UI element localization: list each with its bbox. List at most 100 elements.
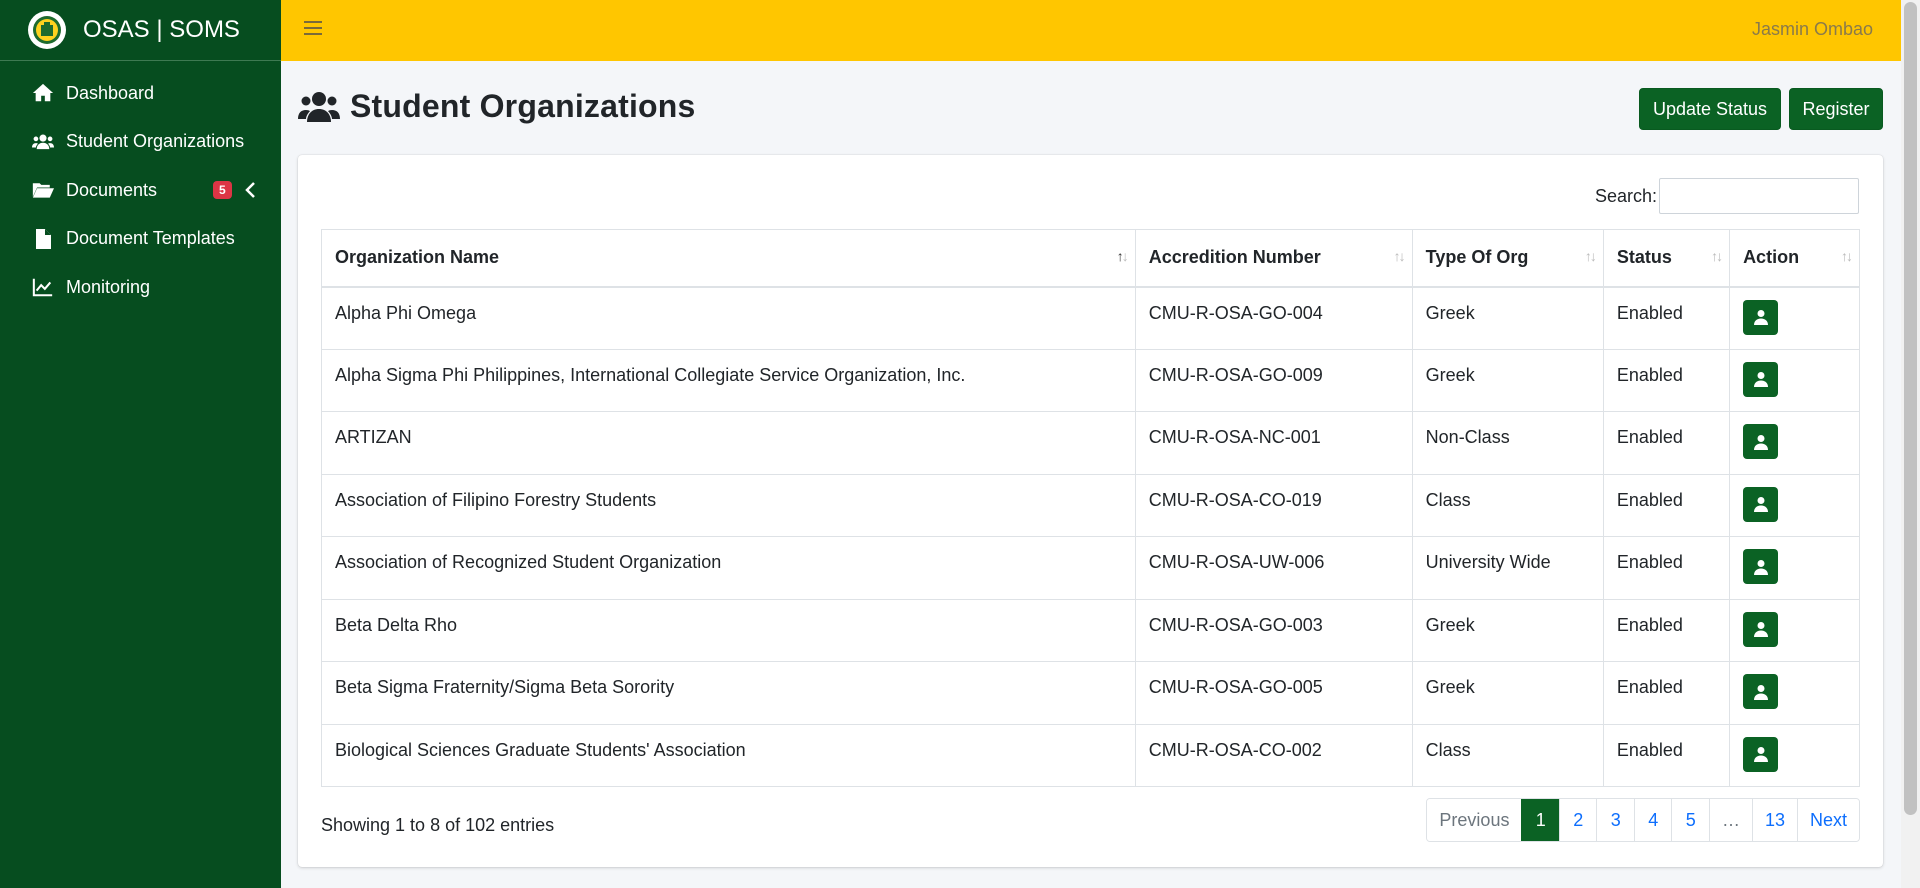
pagination-page-13[interactable]: 13 [1751,799,1797,841]
table-info: Showing 1 to 8 of 102 entries [321,815,555,835]
accreditation-number-cell: CMU-R-OSA-GO-005 [1134,661,1413,725]
accreditation-number-cell: CMU-R-OSA-GO-009 [1134,348,1413,412]
accreditation-number-cell: CMU-R-OSA-GO-003 [1134,598,1413,662]
organization-name-cell: Association of Recognized Student Organi… [321,536,1136,600]
accreditation-number-cell: CMU-R-OSA-CO-002 [1134,723,1413,787]
column-header-action[interactable]: Action ↑↓ [1729,229,1860,288]
organization-name-cell: Beta Sigma Fraternity/Sigma Beta Sororit… [321,661,1136,725]
sort-ascending-icon: ↑↓ [1116,248,1129,264]
status-cell: Enabled [1602,598,1731,662]
sidebar-item-label: Monitoring [66,276,151,297]
view-user-button[interactable] [1743,674,1779,709]
update-status-button[interactable]: Update Status [1639,88,1781,130]
user-icon [1753,497,1768,512]
pagination-page-1[interactable]: 1 [1521,799,1559,841]
user-icon [1753,372,1768,387]
org-type-cell: Greek [1411,661,1604,725]
sidebar-item-monitoring[interactable]: Monitoring [0,263,281,312]
column-header-organization-name[interactable]: Organization Name ↑↓ [321,229,1136,288]
users-icon [30,131,55,153]
menu-toggle-icon[interactable] [304,21,322,37]
status-cell: Enabled [1602,348,1731,412]
pagination-next[interactable]: Next [1796,799,1859,841]
column-header-status[interactable]: Status ↑↓ [1602,229,1731,288]
status-cell: Enabled [1602,411,1731,475]
organization-name-cell: Association of Filipino Forestry Student… [321,473,1136,537]
sidebar: OSAS | SOMS Dashboard Student Organizati… [0,0,281,888]
sort-icon: ↑↓ [1393,248,1406,264]
view-user-button[interactable] [1743,424,1779,459]
sidebar-item-label: Student Organizations [66,131,245,152]
page-title: Student Organizations [350,88,696,124]
register-button[interactable]: Register [1789,88,1883,130]
view-user-button[interactable] [1743,736,1779,772]
sidebar-nav: Dashboard Student Organizations Document… [0,61,281,312]
table-row: Beta Delta Rho CMU-R-OSA-GO-003 Greek En… [321,598,1860,662]
users-icon [298,90,340,124]
table-header-row: Organization Name ↑↓ Accredition Number ↑↓… [321,229,1860,288]
status-cell: Enabled [1602,286,1731,350]
page-scrollbar[interactable] [1901,0,1920,888]
brand[interactable]: OSAS | SOMS [0,0,281,61]
action-cell [1729,598,1860,662]
org-type-cell: Class [1411,473,1604,537]
view-user-button[interactable] [1743,549,1779,584]
page-header: Student Organizations [298,88,696,125]
sidebar-item-label: Documents [66,179,158,200]
sidebar-item-label: Document Templates [66,228,235,249]
sidebar-item-document-templates[interactable]: Document Templates [0,215,281,264]
scrollbar-thumb[interactable] [1904,2,1917,815]
org-type-cell: University Wide [1411,536,1604,600]
accreditation-number-cell: CMU-R-OSA-UW-006 [1134,536,1413,600]
org-type-cell: Greek [1411,286,1604,350]
view-user-button[interactable] [1743,486,1779,522]
action-cell [1729,723,1860,787]
view-user-button[interactable] [1743,299,1779,335]
pagination-page-4[interactable]: 4 [1633,799,1672,841]
table-row: Alpha Phi Omega CMU-R-OSA-GO-004 Greek E… [321,286,1860,350]
org-type-cell: Greek [1411,348,1604,412]
sidebar-item-student-organizations[interactable]: Student Organizations [0,118,281,167]
logo [28,11,66,49]
column-header-type-of-org[interactable]: Type Of Org ↑↓ [1411,229,1604,288]
pagination-page-3[interactable]: 3 [1596,799,1634,841]
pagination-page-5[interactable]: 5 [1671,799,1709,841]
view-user-button[interactable] [1743,611,1779,647]
pagination-page-2[interactable]: 2 [1558,799,1597,841]
column-header-accreditation-number[interactable]: Accredition Number ↑↓ [1134,229,1413,288]
view-user-button[interactable] [1743,361,1779,397]
user-menu[interactable]: Jasmin Ombao [1752,19,1873,40]
pagination-previous[interactable]: Previous [1427,799,1522,841]
organizations-table: Organization Name ↑↓ Accredition Number ↑↓… [321,229,1860,787]
org-type-cell: Greek [1411,598,1604,662]
user-icon [1753,434,1768,450]
home-icon [30,82,55,104]
table-row: ARTIZAN CMU-R-OSA-NC-001 Non-Class Enabl… [321,411,1860,475]
status-cell: Enabled [1602,723,1731,787]
file-icon [30,228,55,250]
sidebar-item-documents[interactable]: Documents 5 [0,166,281,215]
action-cell [1729,348,1860,412]
sidebar-item-dashboard[interactable]: Dashboard [0,69,281,118]
user-icon [1753,559,1768,575]
user-icon [1753,747,1768,762]
search-input[interactable] [1659,178,1859,214]
organization-name-cell: Biological Sciences Graduate Students' A… [321,723,1136,787]
pagination: Previous 1 2 3 4 5 … 13 Next [1426,798,1860,842]
status-cell: Enabled [1602,536,1731,600]
organization-name-cell: ARTIZAN [321,411,1136,475]
app-title: OSAS | SOMS [83,16,240,43]
action-cell [1729,661,1860,725]
sort-icon: ↑↓ [1841,248,1853,264]
status-cell: Enabled [1602,473,1731,537]
accreditation-number-cell: CMU-R-OSA-CO-019 [1134,473,1413,537]
top-navbar: Jasmin Ombao [281,0,1901,61]
sort-icon: ↑↓ [1584,248,1597,264]
table-row: Association of Recognized Student Organi… [321,536,1860,600]
documents-count-badge: 5 [213,181,232,199]
chevron-left-icon[interactable] [244,180,256,200]
action-cell [1729,536,1860,600]
table-row: Biological Sciences Graduate Students' A… [321,723,1860,787]
action-cell [1729,411,1860,475]
sidebar-item-label: Dashboard [66,82,155,103]
